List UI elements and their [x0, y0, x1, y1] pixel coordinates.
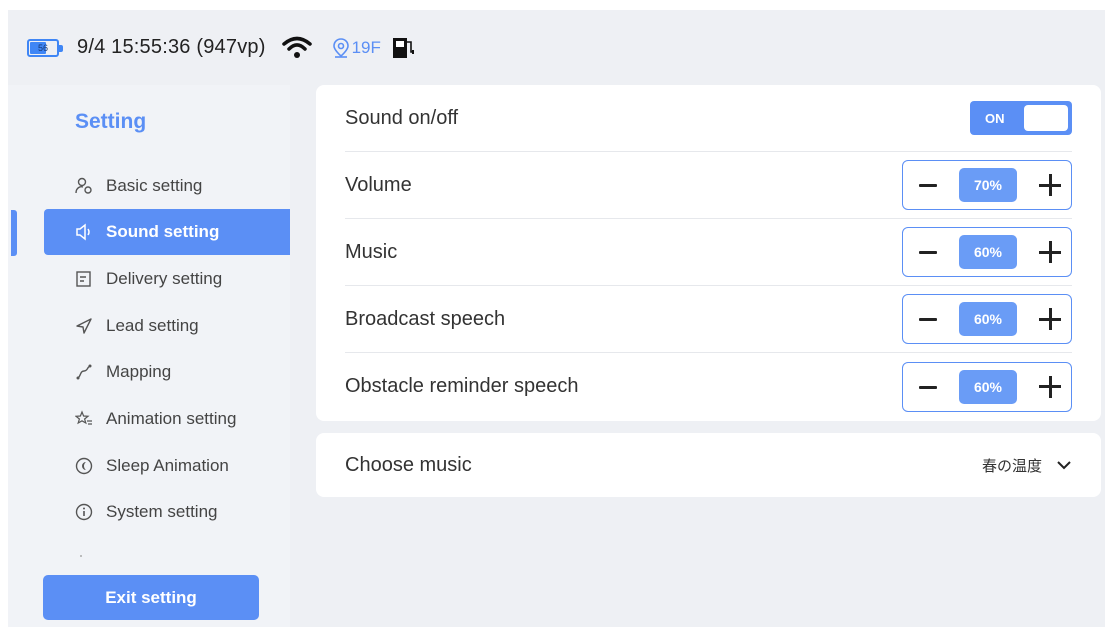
obstacle-speech-row: Obstacle reminder speech 60%: [345, 353, 1072, 420]
sidebar-item-animation-setting[interactable]: Animation setting: [44, 396, 290, 442]
sidebar-title: Setting: [75, 110, 147, 133]
battery-icon: 56: [27, 38, 63, 57]
floor-label: 19F: [351, 37, 381, 57]
sidebar-item-label: Sound setting: [106, 222, 220, 241]
sidebar-item-label: Lead setting: [106, 316, 199, 335]
music-row: Music 60%: [345, 219, 1072, 286]
location-pin-icon: [332, 37, 349, 58]
sidebar-item-label: Sleep Animation: [106, 456, 229, 475]
plus-icon[interactable]: [1037, 306, 1063, 332]
obstacle-speech-stepper: 60%: [902, 361, 1072, 412]
broadcast-speech-stepper: 60%: [902, 294, 1072, 344]
choose-music-card[interactable]: Choose music 春の温度: [316, 433, 1101, 497]
floor-indicator: 19F: [332, 38, 381, 58]
minus-icon[interactable]: [917, 174, 939, 196]
choose-music-label: Choose music: [345, 453, 472, 476]
minus-icon[interactable]: [917, 241, 939, 263]
user-gear-icon: [74, 176, 94, 196]
datetime-label: 9/4 15:55:36 (947vp): [77, 36, 266, 58]
charging-station-icon: [391, 36, 417, 60]
volume-label: Volume: [345, 173, 412, 196]
sidebar-item-basic-setting[interactable]: Basic setting: [44, 163, 290, 209]
info-icon: [74, 502, 94, 522]
selected-music: 春の温度: [981, 456, 1042, 475]
exit-setting-button[interactable]: Exit setting: [43, 575, 259, 620]
sidebar-item-label: Mapping: [106, 362, 172, 381]
plus-icon[interactable]: [1037, 239, 1063, 265]
send-icon: [74, 316, 94, 336]
moon-circle-icon: [74, 456, 94, 476]
settings-sidebar: Setting Basic setting Sound setting Deli…: [8, 85, 290, 627]
map-path-icon: [74, 362, 94, 382]
sidebar-item-mapping[interactable]: Mapping: [44, 349, 290, 395]
broadcast-speech-value: 60%: [959, 302, 1017, 336]
active-indicator: [11, 210, 17, 256]
music-stepper: 60%: [902, 227, 1072, 277]
obstacle-speech-value: 60%: [959, 369, 1017, 404]
battery-level: 56: [37, 42, 48, 53]
scroll-hint-dot: [80, 555, 82, 557]
minus-icon[interactable]: [917, 376, 939, 398]
volume-stepper: 70%: [902, 160, 1072, 210]
sound-settings-card: Sound on/off ON Volume 70% Music 60% Bro…: [316, 85, 1101, 421]
obstacle-speech-label: Obstacle reminder speech: [345, 375, 579, 397]
sidebar-item-delivery-setting[interactable]: Delivery setting: [44, 256, 290, 302]
sound-toggle[interactable]: ON: [970, 101, 1072, 135]
star-list-icon: [74, 409, 94, 429]
choose-music-row: Choose music 春の温度: [345, 433, 1072, 497]
music-value: 60%: [959, 235, 1017, 269]
minus-icon[interactable]: [917, 308, 939, 330]
plus-icon[interactable]: [1037, 374, 1063, 400]
volume-value: 70%: [959, 168, 1017, 202]
edit-note-icon: [74, 269, 94, 289]
sidebar-item-label: Animation setting: [106, 409, 237, 428]
broadcast-speech-row: Broadcast speech 60%: [345, 286, 1072, 353]
broadcast-speech-label: Broadcast speech: [345, 307, 506, 330]
volume-row: Volume 70%: [345, 152, 1072, 219]
wifi-icon: [281, 36, 312, 60]
music-label: Music: [345, 240, 398, 263]
toggle-state: ON: [985, 110, 1005, 126]
sidebar-item-label: Basic setting: [106, 176, 203, 195]
sidebar-item-system-setting[interactable]: System setting: [44, 489, 290, 535]
plus-icon[interactable]: [1037, 172, 1063, 198]
music-select[interactable]: 春の温度: [982, 455, 1072, 476]
settings-app: 56 9/4 15:55:36 (947vp) 19F Setting Basi…: [8, 10, 1105, 627]
sidebar-item-lead-setting[interactable]: Lead setting: [44, 303, 290, 349]
speaker-icon: [74, 222, 94, 242]
toggle-knob: [1024, 105, 1068, 131]
sidebar-item-label: Delivery setting: [106, 269, 223, 288]
sidebar-item-label: System setting: [106, 502, 218, 521]
sound-toggle-label: Sound on/off: [345, 106, 459, 129]
chevron-down-icon: [1057, 461, 1071, 470]
sidebar-item-sound-setting[interactable]: Sound setting: [44, 209, 290, 255]
sidebar-item-sleep-animation[interactable]: Sleep Animation: [44, 443, 290, 489]
sound-toggle-row: Sound on/off ON: [345, 85, 1072, 152]
status-bar: 56 9/4 15:55:36 (947vp) 19F: [8, 10, 1105, 85]
